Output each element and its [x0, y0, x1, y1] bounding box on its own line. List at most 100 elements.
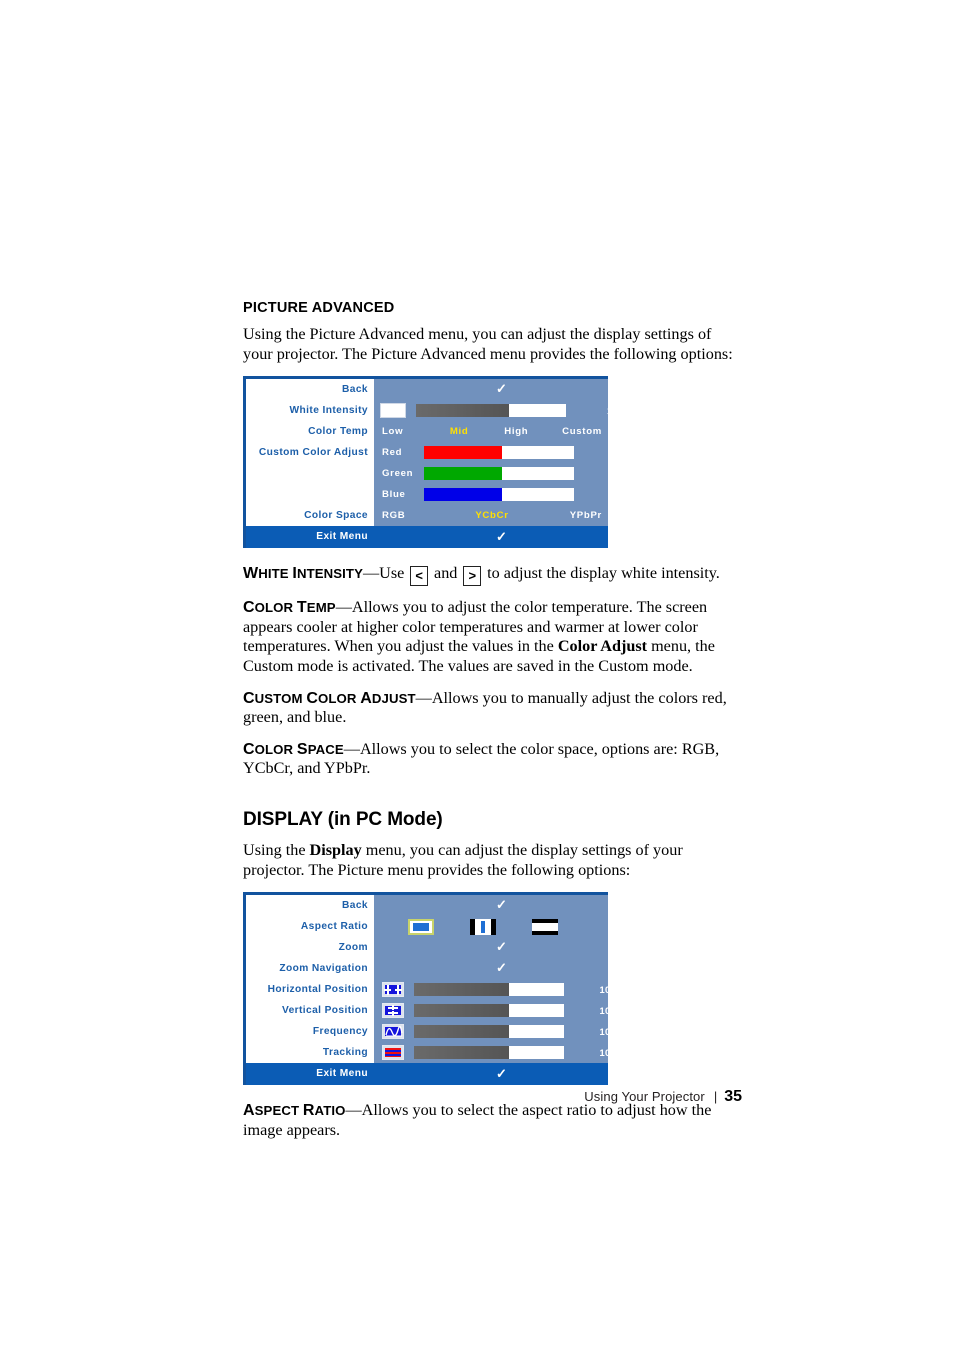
left-arrow-key-icon[interactable]: < — [410, 566, 428, 587]
display-pc-intro-paragraph: Using the Display menu, you can adjust t… — [243, 841, 743, 880]
osd-row-custom-color-adjust-green[interactable]: Green 50 — [246, 463, 626, 485]
red-slider[interactable] — [424, 446, 574, 460]
color-temp-option-mid[interactable]: Mid — [431, 426, 488, 437]
green-value: 50 — [614, 468, 626, 480]
osd-menu-picture-advanced[interactable]: Back ✓ White Intensity 10 Color Temp Low… — [243, 376, 626, 549]
color-space-option-ypbpr[interactable]: YPbPr — [529, 510, 608, 521]
white-intensity-value: 10 — [606, 405, 618, 417]
osd-label-color-space: Color Space — [246, 505, 374, 527]
osd-value-blue[interactable]: Blue 50 — [374, 484, 626, 505]
osd-value-red[interactable]: Red 50 — [374, 442, 626, 463]
osd-value-green[interactable]: Green 50 — [374, 463, 626, 484]
osd-label-vertical-position: Vertical Position — [246, 1000, 374, 1022]
osd-label-exit-menu: Exit Menu — [246, 526, 374, 549]
osd-row-zoom-navigation[interactable]: Zoom Navigation ✓ — [246, 958, 608, 980]
osd-value-exit-menu[interactable]: ✓ — [374, 526, 608, 549]
color-space-option-rgb[interactable]: RGB — [374, 510, 455, 521]
osd-row-color-space[interactable]: Color Space RGB YCbCr YPbPr — [246, 505, 608, 527]
osd-row-custom-color-adjust-blue[interactable]: Blue 50 — [246, 484, 626, 506]
aspect-16by9-icon[interactable] — [532, 919, 558, 936]
osd-value-vertical-position[interactable]: 100 — [374, 1000, 616, 1021]
osd-row-back[interactable]: Back ✓ — [246, 895, 608, 917]
white-intensity-gradient-icon — [380, 403, 406, 419]
frequency-slider[interactable] — [414, 1025, 564, 1039]
osd-row-frequency[interactable]: Frequency 100 — [246, 1021, 616, 1043]
osd-rows: Back ✓ White Intensity 10 Color Temp Low… — [246, 379, 626, 527]
osd-label-color-temp: Color Temp — [246, 421, 374, 443]
footer-separator: | — [713, 1089, 718, 1104]
osd-value-zoom[interactable]: ✓ — [374, 937, 608, 958]
osd-label-back: Back — [246, 379, 374, 401]
osd-menu-display-pc[interactable]: Back ✓ Aspect Ratio Zoom ✓ Zoom Navigati… — [243, 892, 616, 1086]
white-intensity-slider[interactable] — [416, 404, 566, 418]
green-slider[interactable] — [424, 467, 574, 481]
osd-label-spacer-blue — [246, 484, 374, 506]
section-heading-display-pc-mode: DISPLAY (in PC Mode) — [243, 808, 443, 830]
osd-row-zoom[interactable]: Zoom ✓ — [246, 937, 608, 959]
osd-value-color-space[interactable]: RGB YCbCr YPbPr — [374, 505, 608, 526]
page-content: PICTURE ADVANCED Using the Picture Advan… — [243, 300, 743, 1152]
osd-row-custom-color-adjust-red[interactable]: Custom Color Adjust Red 50 — [246, 442, 626, 464]
aspect-original-icon[interactable] — [408, 919, 434, 936]
aspect-ratio-icon-row — [374, 916, 608, 937]
osd-label-custom-color-adjust: Custom Color Adjust — [246, 442, 374, 464]
color-space-options[interactable]: RGB YCbCr YPbPr — [374, 505, 608, 526]
section-heading-picture-advanced: PICTURE ADVANCED — [243, 300, 395, 316]
blue-slider[interactable] — [424, 488, 574, 502]
channel-name-blue: Blue — [382, 489, 406, 501]
osd-value-white-intensity[interactable]: 10 — [374, 400, 618, 421]
check-icon: ✓ — [496, 939, 507, 955]
tracking-slider[interactable] — [414, 1046, 564, 1060]
osd-value-zoom-navigation[interactable]: ✓ — [374, 958, 608, 979]
osd-row-exit-menu[interactable]: Exit Menu ✓ — [246, 526, 608, 549]
osd-row-white-intensity[interactable]: White Intensity 10 — [246, 400, 618, 422]
osd-label-spacer-green — [246, 463, 374, 485]
osd-row-exit-menu[interactable]: Exit Menu ✓ — [246, 1063, 608, 1086]
color-temp-options[interactable]: Low Mid High Custom — [374, 421, 608, 442]
osd-value-exit-menu[interactable]: ✓ — [374, 1063, 608, 1086]
display-intro-pre: Using the — [243, 840, 310, 859]
tracking-value: 100 — [599, 1047, 616, 1059]
vertical-position-slider[interactable] — [414, 1004, 564, 1018]
white-intensity-desc-mid: and — [429, 564, 462, 583]
osd-row-back[interactable]: Back ✓ — [246, 379, 608, 401]
osd-value-horizontal-position[interactable]: 100 — [374, 979, 616, 1000]
color-space-option-ycbcr[interactable]: YCbCr — [455, 510, 528, 521]
osd-value-frequency[interactable]: 100 — [374, 1021, 616, 1042]
osd-value-aspect-ratio[interactable] — [374, 916, 608, 937]
display-bold: Display — [309, 840, 362, 859]
right-arrow-key-icon[interactable]: > — [463, 566, 482, 587]
osd-row-tracking[interactable]: Tracking 100 — [246, 1042, 616, 1064]
footer-chapter-title: Using Your Projector — [584, 1089, 705, 1104]
color-temp-option-high[interactable]: High — [488, 426, 545, 437]
term-color-temp: COLOR TEMP — [243, 599, 336, 617]
osd-value-tracking[interactable]: 100 — [374, 1042, 616, 1063]
tracking-icon — [382, 1045, 404, 1061]
page-number: 35 — [724, 1088, 742, 1105]
osd-label-aspect-ratio: Aspect Ratio — [246, 916, 374, 938]
aspect-4by3-icon[interactable] — [470, 919, 496, 936]
color-space-description: COLOR SPACE—Allows you to select the col… — [243, 740, 743, 779]
color-adjust-bold: Color Adjust — [557, 637, 648, 656]
horizontal-position-icon — [382, 982, 404, 998]
frequency-value: 100 — [599, 1026, 616, 1038]
osd-value-back[interactable]: ✓ — [374, 895, 608, 916]
horizontal-position-slider[interactable] — [414, 983, 564, 997]
osd-value-back[interactable]: ✓ — [374, 379, 608, 400]
osd-rows: Back ✓ Aspect Ratio Zoom ✓ Zoom Navigati… — [246, 895, 616, 1064]
osd-row-aspect-ratio[interactable]: Aspect Ratio — [246, 916, 608, 938]
osd-label-zoom: Zoom — [246, 937, 374, 959]
vertical-position-icon — [382, 1003, 404, 1019]
channel-name-red: Red — [382, 447, 403, 459]
osd-value-color-temp[interactable]: Low Mid High Custom — [374, 421, 608, 442]
osd-label-zoom-navigation: Zoom Navigation — [246, 958, 374, 980]
check-icon: ✓ — [496, 897, 507, 913]
osd-row-horizontal-position[interactable]: Horizontal Position 100 — [246, 979, 616, 1001]
term-color-space: COLOR SPACE — [243, 740, 344, 758]
osd-row-vertical-position[interactable]: Vertical Position 100 — [246, 1000, 616, 1022]
osd-row-color-temp[interactable]: Color Temp Low Mid High Custom — [246, 421, 608, 443]
color-temp-option-custom[interactable]: Custom — [545, 426, 608, 437]
channel-name-green: Green — [382, 468, 414, 480]
color-temp-option-low[interactable]: Low — [374, 426, 431, 437]
page-footer: Using Your Projector | 35 — [0, 1088, 954, 1106]
